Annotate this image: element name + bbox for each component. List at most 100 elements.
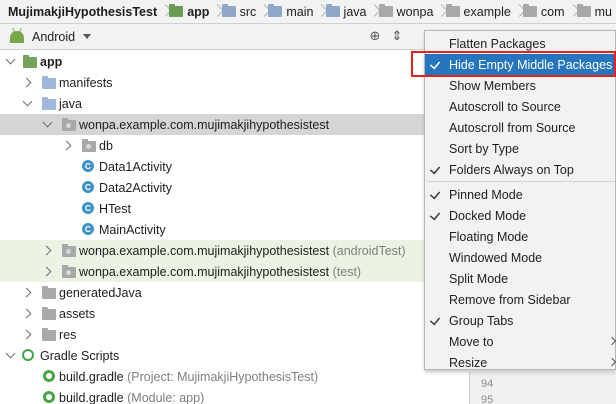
tree-label: Data1Activity (99, 159, 172, 174)
collapse-all-icon[interactable]: ⇕ (390, 29, 404, 43)
collapse-arrow-icon[interactable] (23, 287, 33, 297)
menu-item-label: Flatten Packages (449, 36, 546, 51)
checkmark-icon (429, 188, 441, 200)
breadcrumb-mu[interactable]: mu (573, 0, 616, 23)
collapse-arrow-icon[interactable] (23, 77, 33, 87)
expand-arrow-icon[interactable] (43, 119, 53, 129)
menu-item-split-mode[interactable]: Split Mode (425, 268, 616, 289)
breadcrumb-separator (317, 0, 321, 23)
expand-arrow-icon[interactable] (6, 56, 16, 66)
expand-arrow-icon[interactable] (23, 98, 33, 108)
class-icon: C (82, 160, 94, 172)
package-icon (62, 244, 76, 257)
resource-folder-icon (42, 328, 56, 341)
collapse-arrow-icon[interactable] (43, 266, 53, 276)
package-icon (522, 4, 537, 17)
navigation-breadcrumb: MujimakjiHypothesisTest app src main jav… (0, 0, 616, 24)
breadcrumb-example-label: example (463, 4, 511, 19)
breadcrumb-com[interactable]: com (519, 0, 569, 23)
gradle-file-icon (43, 370, 55, 382)
breadcrumb-example[interactable]: example (442, 0, 515, 23)
menu-item-flatten-packages[interactable]: Flatten Packages (425, 33, 616, 54)
breadcrumb-main-label: main (286, 4, 314, 19)
module-folder-icon (23, 55, 37, 68)
folder-icon (325, 4, 340, 17)
tree-label: assets (59, 306, 96, 321)
tree-label: app (40, 54, 63, 69)
menu-item-remove-from-sidebar[interactable]: Remove from Sidebar (425, 289, 616, 310)
menu-item-hide-empty-middle-packages[interactable]: Hide Empty Middle Packages (425, 54, 616, 75)
tree-label: MainActivity (99, 222, 166, 237)
menu-item-label: Floating Mode (449, 229, 529, 244)
line-number: 94 (481, 378, 494, 390)
menu-item-floating-mode[interactable]: Floating Mode (425, 226, 616, 247)
breadcrumb-src-label: src (239, 4, 257, 19)
collapse-arrow-icon[interactable] (43, 245, 53, 255)
breadcrumb-wonpa[interactable]: wonpa (375, 0, 438, 23)
tree-label: HTest (99, 201, 131, 216)
menu-item-show-members[interactable]: Show Members (425, 75, 616, 96)
menu-item-label: Windowed Mode (449, 250, 543, 265)
tree-label: build.gradle (Project: MujimakjiHypothes… (59, 370, 318, 384)
breadcrumb-main[interactable]: main (264, 0, 317, 23)
menu-item-folders-always-on-top[interactable]: Folders Always on Top (425, 159, 616, 180)
breadcrumb-separator (213, 0, 217, 23)
collapse-arrow-icon[interactable] (23, 308, 33, 318)
menu-item-label: Move to (449, 334, 494, 349)
package-icon (62, 265, 76, 278)
breadcrumb-app-label: app (187, 4, 210, 19)
breadcrumb-java-label: java (343, 4, 367, 19)
menu-item-label: Autoscroll from Source (449, 120, 576, 135)
breadcrumb-separator (370, 0, 374, 23)
breadcrumb-java[interactable]: java (322, 0, 371, 23)
menu-item-label: Sort by Type (449, 141, 519, 156)
crosshair-icon[interactable]: ⊕ (368, 29, 382, 43)
menu-separator (427, 181, 615, 182)
view-mode-selector[interactable]: Android (32, 30, 75, 44)
package-icon (445, 4, 460, 17)
breadcrumb-src[interactable]: src (218, 0, 261, 23)
menu-item-pinned-mode[interactable]: Pinned Mode (425, 184, 616, 205)
folder-icon (42, 76, 56, 89)
resource-folder-icon (42, 307, 56, 320)
module-folder-icon (169, 4, 184, 17)
package-icon (62, 118, 76, 131)
breadcrumb-project[interactable]: MujimakjiHypothesisTest (4, 0, 161, 23)
file-name: build.gradle (59, 390, 124, 404)
tree-label: Gradle Scripts (40, 348, 120, 363)
tree-label: generatedJava (59, 285, 142, 300)
menu-item-windowed-mode[interactable]: Windowed Mode (425, 247, 616, 268)
chevron-down-icon[interactable] (83, 34, 92, 39)
menu-item-move-to[interactable]: Move to (425, 331, 616, 352)
menu-item-group-tabs[interactable]: Group Tabs (425, 310, 616, 331)
menu-item-sort-by-type[interactable]: Sort by Type (425, 138, 616, 159)
chevron-right-icon (607, 336, 616, 346)
checkmark-icon (429, 314, 441, 326)
android-icon (10, 30, 24, 43)
package-icon (378, 4, 393, 17)
collapse-arrow-icon[interactable] (63, 140, 73, 150)
breadcrumb-separator (437, 0, 441, 23)
tree-label: wonpa.example.com.mujimakjihypothesistes… (79, 244, 406, 258)
expand-arrow-icon[interactable] (6, 350, 16, 360)
menu-item-label: Folders Always on Top (449, 162, 574, 177)
breadcrumb-com-label: com (540, 4, 565, 19)
menu-item-label: Resize (449, 355, 488, 370)
class-icon: C (82, 181, 94, 193)
project-view-options-menu: Flatten Packages Hide Empty Middle Packa… (424, 30, 616, 370)
menu-item-autoscroll-from-source[interactable]: Autoscroll from Source (425, 117, 616, 138)
collapse-arrow-icon[interactable] (23, 329, 33, 339)
menu-item-label: Split Mode (449, 271, 509, 286)
breadcrumb-app[interactable]: app (165, 0, 213, 23)
menu-item-docked-mode[interactable]: Docked Mode (425, 205, 616, 226)
menu-item-autoscroll-to-source[interactable]: Autoscroll to Source (425, 96, 616, 117)
checkmark-icon (429, 209, 441, 221)
file-scope-suffix: (Project: MujimakjiHypothesisTest) (127, 369, 319, 384)
breadcrumb-separator (515, 0, 519, 23)
package-name: wonpa.example.com.mujimakjihypothesistes… (79, 243, 330, 258)
menu-item-label: Hide Empty Middle Packages (449, 57, 613, 72)
gradle-icon (22, 349, 34, 361)
package-icon (82, 139, 96, 152)
folder-icon (42, 97, 56, 110)
menu-item-resize[interactable]: Resize (425, 352, 616, 373)
